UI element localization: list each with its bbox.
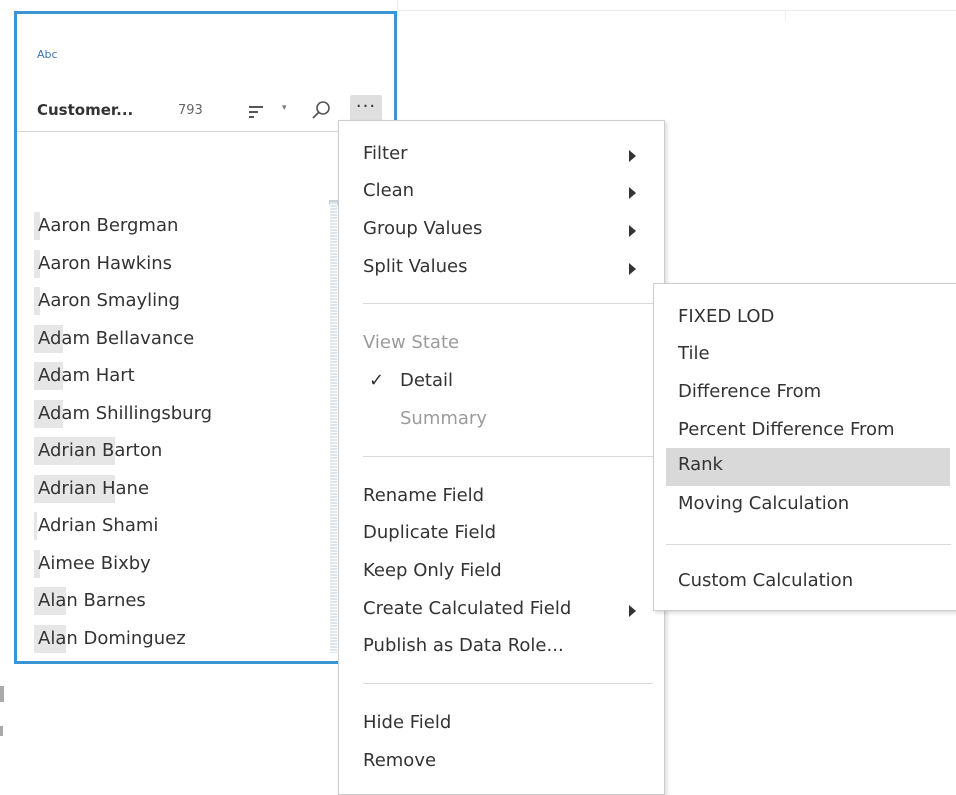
menu-item-label: Create Calculated Field	[363, 598, 572, 619]
menu-item-label: Publish as Data Role...	[363, 635, 564, 656]
value-row[interactable]: Adrian Barton	[34, 435, 324, 465]
menu-item-publish-as-data-role[interactable]: Publish as Data Role...	[339, 629, 664, 665]
menu-item-split-values[interactable]: Split Values	[339, 250, 664, 286]
menu-separator	[363, 303, 653, 304]
menu-item-clean[interactable]: Clean	[339, 174, 664, 210]
menu-item-label: Rename Field	[363, 485, 485, 506]
checkmark-icon: ✓	[369, 370, 385, 391]
value-row[interactable]: Aaron Hawkins	[34, 248, 324, 278]
menu-separator	[363, 456, 653, 457]
menu-item-label: Split Values	[363, 256, 468, 277]
value-label: Adam Hart	[38, 365, 135, 386]
search-icon[interactable]	[311, 100, 331, 120]
menu-item-label: Summary	[400, 408, 487, 429]
value-label: Alan Dominguez	[38, 627, 186, 649]
menu-item-keep-only-field[interactable]: Keep Only Field	[339, 554, 664, 590]
menu-item-create-calculated-field[interactable]: Create Calculated Field	[339, 592, 664, 628]
value-bar	[34, 512, 37, 540]
submenu-arrow-icon	[629, 263, 636, 275]
calculated-field-submenu: FIXED LOD Tile Difference From Percent D…	[653, 283, 956, 611]
menu-item-duplicate-field[interactable]: Duplicate Field	[339, 516, 664, 552]
background-guide	[397, 10, 956, 11]
menu-item-label: Detail	[400, 370, 454, 391]
submenu-arrow-icon	[629, 225, 636, 237]
menu-item-label: Clean	[363, 180, 415, 201]
submenu-item-label: Percent Difference From	[678, 419, 895, 440]
submenu-arrow-icon	[629, 187, 636, 199]
menu-item-label: Hide Field	[363, 712, 452, 733]
submenu-item-tile[interactable]: Tile	[654, 337, 954, 375]
menu-header-view-state: View State	[339, 326, 664, 362]
edge-mark	[0, 686, 4, 702]
edge-mark	[0, 726, 3, 736]
value-row[interactable]: Adam Hart	[34, 360, 324, 390]
value-label: Adrian Shami	[38, 515, 159, 536]
value-label: Aaron Smayling	[38, 290, 180, 311]
menu-item-label: Duplicate Field	[363, 522, 497, 543]
value-label: Adam Bellavance	[38, 327, 195, 349]
submenu-item-label: Difference From	[678, 381, 822, 402]
menu-separator	[363, 683, 653, 684]
value-row[interactable]: Alan Barnes	[34, 585, 324, 615]
menu-item-remove[interactable]: Remove	[339, 744, 664, 780]
field-name[interactable]: Customer...	[37, 101, 133, 119]
submenu-arrow-icon	[629, 150, 636, 162]
value-count: 793	[178, 103, 203, 118]
value-label: Aimee Bixby	[38, 552, 151, 574]
value-row[interactable]: Adrian Shami	[34, 510, 324, 540]
menu-item-label: Keep Only Field	[363, 560, 502, 581]
submenu-item-moving-calculation[interactable]: Moving Calculation	[654, 487, 954, 525]
value-label: Adam Shillingsburg	[38, 402, 213, 424]
submenu-item-label: Moving Calculation	[678, 493, 850, 514]
submenu-item-label: Rank	[678, 454, 723, 475]
value-label: Aaron Bergman	[38, 215, 179, 236]
submenu-arrow-icon	[629, 605, 636, 617]
menu-item-label: Filter	[363, 143, 408, 164]
submenu-separator	[666, 544, 951, 545]
menu-item-filter[interactable]: Filter	[339, 137, 664, 173]
value-row[interactable]: Adrian Hane	[34, 473, 324, 503]
value-label: Alan Barnes	[38, 590, 146, 611]
scrollbar[interactable]	[330, 202, 337, 653]
submenu-item-rank[interactable]: Rank	[666, 448, 950, 486]
value-label: Aaron Hawkins	[38, 252, 172, 274]
menu-item-hide-field[interactable]: Hide Field	[339, 706, 664, 742]
value-row[interactable]: Alan Dominguez	[34, 623, 324, 653]
menu-item-group-values[interactable]: Group Values	[339, 212, 664, 248]
value-row[interactable]: Adam Shillingsburg	[34, 398, 324, 428]
menu-item-summary[interactable]: Summary	[339, 402, 664, 438]
submenu-item-custom-calculation[interactable]: Custom Calculation	[654, 564, 954, 602]
value-row[interactable]: Aaron Bergman	[34, 210, 324, 240]
submenu-item-label: Custom Calculation	[678, 570, 854, 591]
menu-item-detail[interactable]: ✓ Detail	[339, 364, 664, 400]
value-row[interactable]: Aimee Bixby	[34, 548, 324, 578]
background-guide	[785, 10, 786, 22]
context-menu: Filter Clean Group Values Split Values V…	[338, 120, 665, 795]
submenu-item-difference-from[interactable]: Difference From	[654, 375, 954, 413]
menu-item-label: Remove	[363, 750, 437, 771]
submenu-item-label: Tile	[678, 343, 710, 364]
menu-item-label: Group Values	[363, 218, 483, 239]
submenu-item-percent-difference-from[interactable]: Percent Difference From	[654, 413, 954, 451]
value-row[interactable]: Adam Bellavance	[34, 323, 324, 353]
submenu-item-fixed-lod[interactable]: FIXED LOD	[654, 300, 954, 338]
data-type-label: Abc	[37, 48, 58, 61]
menu-item-rename-field[interactable]: Rename Field	[339, 479, 664, 515]
submenu-item-label: FIXED LOD	[678, 306, 775, 327]
value-row[interactable]: Aaron Smayling	[34, 285, 324, 315]
sort-dropdown-icon[interactable]: ▾	[282, 103, 287, 113]
sort-icon[interactable]	[248, 104, 264, 120]
value-label: Adrian Hane	[38, 477, 150, 499]
menu-header-label: View State	[363, 332, 460, 353]
value-label: Adrian Barton	[38, 440, 163, 461]
